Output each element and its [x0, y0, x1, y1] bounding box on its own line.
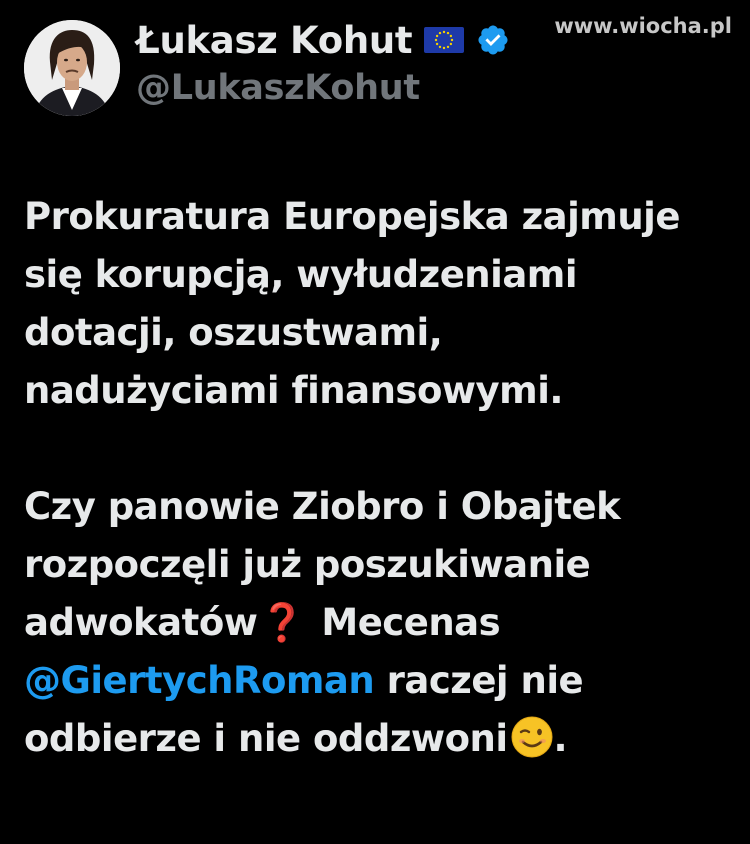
verified-badge-icon — [478, 25, 508, 55]
tweet-text-fragment: odbierze i nie oddzwoni — [24, 717, 508, 760]
tweet-text-fragment: adwokatów — [24, 601, 258, 644]
red-question-mark-emoji: ❓ — [259, 601, 305, 644]
mention-link[interactable]: @GiertychRoman — [24, 659, 375, 702]
tweet-line: dotacji, oszustwami, — [24, 311, 443, 354]
tweet-text-fragment: raczej nie — [374, 659, 584, 702]
winking-face-emoji-icon — [510, 715, 554, 759]
tweet-line: nadużyciami finansowymi. — [24, 369, 563, 412]
display-name[interactable]: Łukasz Kohut — [136, 19, 413, 62]
eu-flag-icon — [424, 27, 465, 53]
author-avatar[interactable] — [24, 20, 120, 116]
tweet-line: się korupcją, wyłudzeniami — [24, 253, 578, 296]
display-name-row: Łukasz Kohut — [136, 16, 510, 64]
tweet-line: rozpoczęli już poszukiwanie — [24, 543, 591, 586]
tweet-paragraph-1: Prokuratura Europejska zajmuje się korup… — [24, 188, 734, 420]
tweet-paragraph-2: Czy panowie Ziobro i Obajtek rozpoczęli … — [24, 478, 734, 768]
tweet-text-fragment: Mecenas — [321, 601, 501, 644]
author-handle[interactable]: @LukaszKohut — [136, 68, 420, 108]
tweet-text: Prokuratura Europejska zajmuje się korup… — [24, 188, 734, 768]
tweet-line: @GiertychRoman raczej nie — [24, 652, 734, 710]
watermark: www.wiocha.pl — [554, 14, 732, 38]
tweet-line: Prokuratura Europejska zajmuje — [24, 195, 680, 238]
tweet-text-fragment: . — [553, 717, 568, 760]
avatar-photo — [24, 20, 120, 116]
tweet: Łukasz Kohut @LukaszKohut www.wiocha.pl … — [0, 0, 750, 844]
tweet-line: Czy panowie Ziobro i Obajtek — [24, 485, 621, 528]
tweet-line: odbierze i nie oddzwoni. — [24, 710, 734, 768]
tweet-line: adwokatów❓ Mecenas — [24, 594, 734, 652]
